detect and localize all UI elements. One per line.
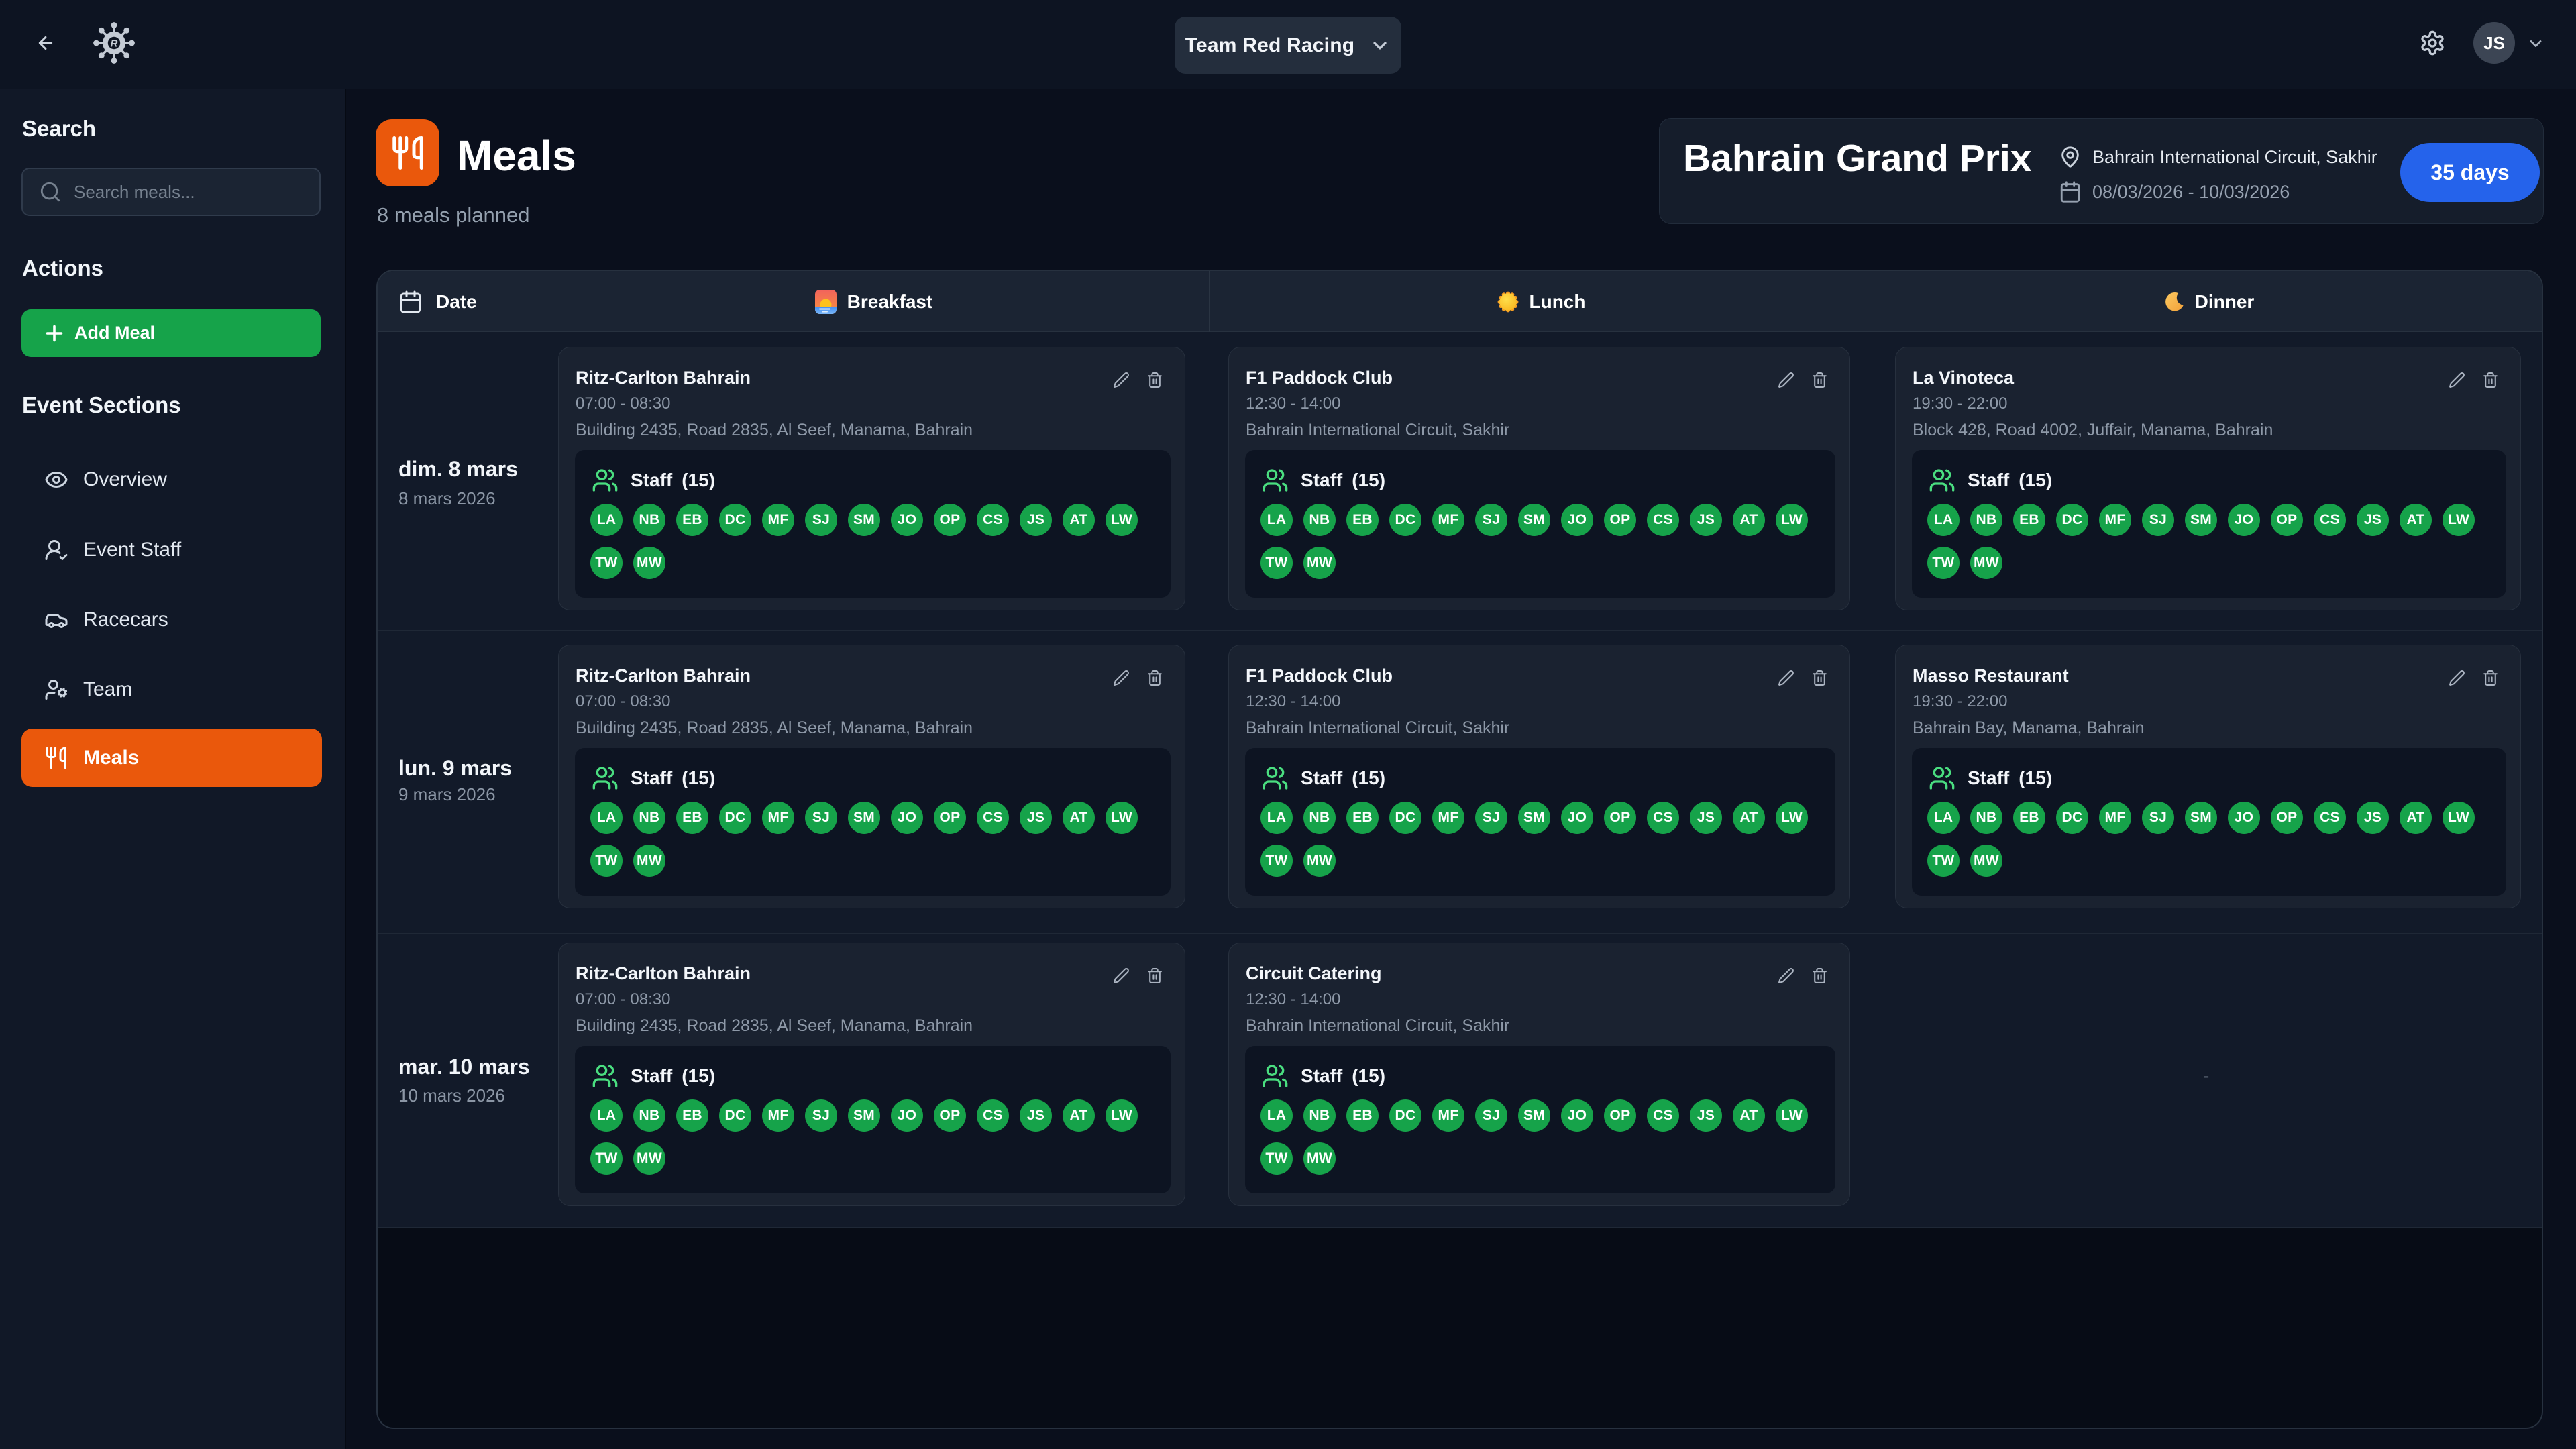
svg-text:R: R (111, 38, 118, 50)
